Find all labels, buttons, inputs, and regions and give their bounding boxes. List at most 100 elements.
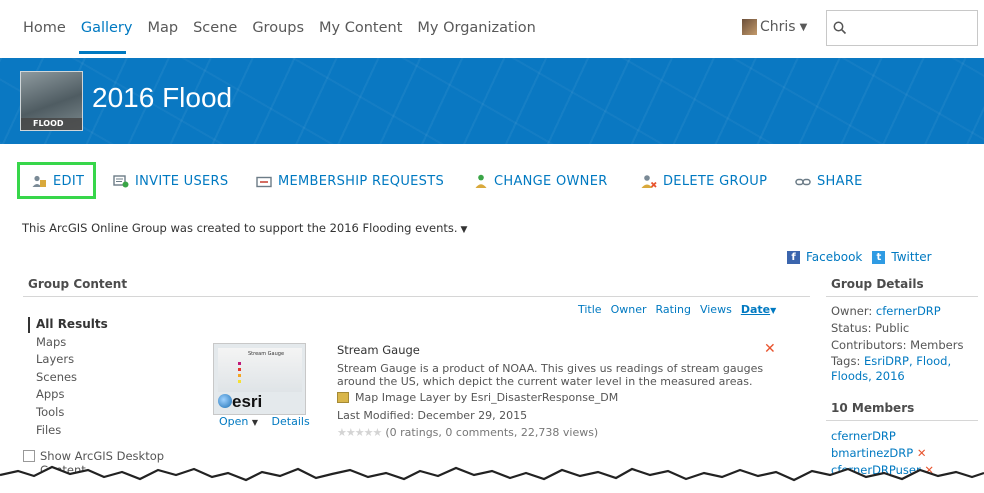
member-link[interactable]: cfernerDRP (831, 428, 934, 445)
group-banner: FLOOD 2016 Flood (0, 58, 984, 144)
members-heading: 10 Members (831, 401, 915, 415)
delete-group-icon (641, 175, 657, 188)
sort-title[interactable]: Title (578, 303, 602, 316)
nav-groups[interactable]: Groups (252, 20, 304, 36)
sort-options: Title Owner Rating Views Date▼ (578, 303, 776, 316)
nav-my-organization[interactable]: My Organization (417, 20, 535, 36)
item-links: Open ▼ Details (219, 415, 310, 428)
filter-tools[interactable]: Tools (36, 404, 108, 422)
edit-button-highlight (17, 162, 96, 199)
expand-description-icon[interactable]: ▼ (461, 225, 468, 235)
item-thumbnail-caption: Stream Gauge (248, 351, 285, 357)
twitter-link[interactable]: Twitter (891, 250, 931, 264)
delete-group-label: DELETE GROUP (663, 174, 768, 189)
group-details-heading: Group Details (831, 277, 924, 291)
filter-maps[interactable]: Maps (36, 334, 108, 352)
nav-links: Home Gallery Map Scene Groups My Content… (23, 20, 551, 36)
legend-dot (238, 368, 241, 371)
filter-files[interactable]: Files (36, 422, 108, 440)
item-type: Map Image Layer by Esri_DisasterResponse… (337, 391, 618, 404)
item-type-text: Map Image Layer by Esri_DisasterResponse… (355, 391, 619, 404)
group-thumbnail: FLOOD (20, 71, 83, 131)
delete-group-button[interactable]: DELETE GROUP (641, 174, 767, 189)
sort-date-label: Date (740, 303, 771, 316)
filter-all-results[interactable]: All Results (36, 316, 108, 334)
caret-down-icon: ▼ (251, 418, 259, 427)
share-link-icon (795, 178, 811, 185)
membership-requests-icon (256, 176, 272, 187)
content-divider (23, 296, 810, 297)
active-filter-indicator (28, 317, 30, 333)
group-toolbar: EDIT INVITE USERS MEMBERSHIP REQUESTS CH… (0, 162, 984, 202)
thumbnail-tag: FLOOD (21, 118, 82, 130)
nav-home[interactable]: Home (23, 20, 66, 36)
tags-label: Tags: (831, 354, 864, 368)
facebook-icon: f (787, 250, 800, 264)
open-menu[interactable]: Open ▼ (219, 415, 258, 428)
item-rating-text: (0 ratings, 0 comments, 22,738 views) (385, 426, 599, 439)
filter-apps[interactable]: Apps (36, 386, 108, 404)
filter-layers[interactable]: Layers (36, 351, 108, 369)
sort-direction-icon: ▼ (770, 306, 777, 315)
item-thumbnail-map: Stream Gauge (218, 348, 302, 392)
social-links: f Facebook t Twitter (787, 250, 932, 264)
caret-down-icon: ▼ (799, 21, 808, 33)
members-divider (826, 420, 978, 421)
sort-views[interactable]: Views (700, 303, 732, 316)
details-divider (826, 296, 978, 297)
owner-label: Owner: (831, 304, 876, 318)
legend-dot (238, 374, 241, 377)
invite-users-icon (113, 175, 129, 188)
status-row: Status: Public (831, 321, 910, 335)
contributors-row: Contributors: Members (831, 338, 964, 352)
esri-logo: esri (232, 392, 263, 411)
esri-globe-icon (218, 394, 232, 408)
group-details: Owner: cfernerDRP Status: Public Contrib… (831, 303, 981, 384)
search-icon (833, 21, 847, 35)
item-modified: Last Modified: December 29, 2015 (337, 409, 528, 422)
item-title[interactable]: Stream Gauge (337, 343, 420, 357)
invite-users-button[interactable]: INVITE USERS (113, 174, 228, 189)
tags-row: Tags: EsriDRP, Flood, Floods, 2016 (831, 354, 981, 384)
membership-requests-button[interactable]: MEMBERSHIP REQUESTS (256, 174, 444, 189)
share-button[interactable]: SHARE (795, 174, 863, 189)
details-link[interactable]: Details (272, 415, 310, 428)
legend-dot (238, 380, 241, 383)
map-image-layer-icon (337, 392, 349, 403)
owner-link[interactable]: cfernerDRP (876, 304, 941, 318)
top-navigation: Home Gallery Map Scene Groups My Content… (0, 0, 984, 58)
nav-scene[interactable]: Scene (193, 20, 237, 36)
group-title: 2016 Flood (92, 82, 233, 113)
content-filters: All Results Maps Layers Scenes Apps Tool… (36, 316, 108, 439)
legend-dot (238, 362, 241, 365)
change-owner-label: CHANGE OWNER (494, 174, 608, 189)
change-owner-icon (475, 174, 487, 188)
sort-rating[interactable]: Rating (656, 303, 691, 316)
open-label: Open (219, 415, 249, 428)
sort-date[interactable]: Date▼ (741, 303, 776, 316)
user-name: Chris (760, 19, 796, 35)
active-tab-indicator (79, 51, 126, 54)
share-label: SHARE (817, 174, 863, 189)
torn-edge-decoration (0, 465, 984, 493)
twitter-icon: t (872, 250, 886, 264)
avatar (742, 19, 757, 35)
filter-scenes[interactable]: Scenes (36, 369, 108, 387)
item-thumbnail[interactable]: Stream Gauge esri (213, 343, 306, 415)
change-owner-button[interactable]: CHANGE OWNER (474, 174, 608, 189)
nav-my-content[interactable]: My Content (319, 20, 402, 36)
remove-item-icon[interactable]: ✕ (764, 341, 776, 357)
group-description-text: This ArcGIS Online Group was created to … (22, 221, 458, 235)
sort-owner[interactable]: Owner (611, 303, 647, 316)
group-description: This ArcGIS Online Group was created to … (22, 221, 467, 235)
nav-map[interactable]: Map (147, 20, 178, 36)
rating-stars-icon[interactable]: ★★★★★ (337, 426, 382, 439)
search-input[interactable] (826, 10, 978, 46)
membership-requests-label: MEMBERSHIP REQUESTS (278, 174, 444, 189)
user-menu[interactable]: Chris ▼ (742, 19, 807, 35)
item-rating: ★★★★★ (0 ratings, 0 comments, 22,738 view… (337, 426, 598, 439)
facebook-link[interactable]: Facebook (806, 250, 862, 264)
group-content-heading: Group Content (28, 277, 128, 291)
nav-gallery[interactable]: Gallery (81, 20, 133, 36)
invite-users-label: INVITE USERS (135, 174, 229, 189)
